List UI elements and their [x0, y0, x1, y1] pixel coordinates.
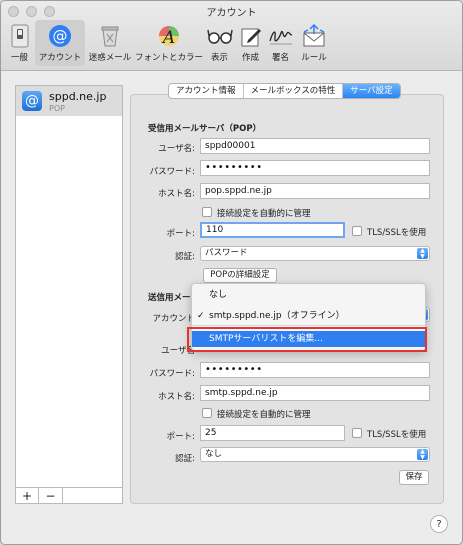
incoming-host-field[interactable]: pop.sppd.ne.jp	[200, 183, 430, 199]
save-button[interactable]: 保存	[399, 470, 429, 485]
incoming-password-field[interactable]: •••••••••	[200, 160, 430, 176]
incoming-auth-select[interactable]: パスワード ▲ ▼	[200, 246, 430, 261]
toolbar-accounts[interactable]: @ アカウント	[35, 20, 85, 66]
pop-advanced-settings-button[interactable]: POPの詳細設定	[203, 268, 277, 283]
chevron-updown-icon: ▲▼	[417, 449, 428, 460]
outgoing-auto-manage-label: 接続設定を自動的に管理	[217, 410, 311, 420]
outgoing-auth-label: 認証:	[175, 454, 195, 464]
outgoing-auth-value: なし	[205, 449, 223, 459]
toolbar-signatures-label: 署名	[271, 53, 289, 63]
menu-separator	[192, 325, 425, 326]
incoming-auto-manage-checkbox[interactable]	[202, 207, 212, 217]
outgoing-host-label: ホスト名:	[158, 392, 195, 402]
toolbar-general[interactable]: 一般	[4, 20, 35, 66]
toolbar-composing[interactable]: 作成	[236, 20, 265, 66]
add-account-button[interactable]: +	[15, 487, 39, 504]
compose-pencil-icon	[238, 23, 264, 49]
outgoing-port-label: ポート:	[166, 432, 195, 442]
account-name: sppd.ne.jp	[49, 90, 107, 103]
tab-server-settings[interactable]: サーバ設定	[343, 84, 400, 98]
outgoing-host-field[interactable]: smtp.sppd.ne.jp	[200, 385, 430, 401]
settings-tabs: アカウント情報 メールボックスの特性 サーバ設定	[168, 83, 401, 99]
toolbar-viewing[interactable]: 表示	[203, 20, 236, 66]
incoming-port-field[interactable]: 110	[200, 222, 345, 238]
remove-account-button[interactable]: −	[39, 487, 63, 504]
toolbar: 一般 @ アカウント 迷惑メール A フォントとカラー 表示 作成 署名 ルール	[4, 20, 332, 66]
incoming-auto-manage-label: 接続設定を自動的に管理	[217, 209, 311, 219]
toolbar-rules-label: ルール	[301, 53, 327, 63]
account-list-item[interactable]: @ sppd.ne.jp POP	[16, 86, 122, 116]
outgoing-password-field[interactable]: •••••••••	[200, 362, 430, 378]
incoming-section-title: 受信用メールサーバ（POP）	[148, 124, 262, 134]
outgoing-password-label: パスワード:	[149, 369, 195, 379]
outgoing-auto-manage-checkbox[interactable]	[202, 408, 212, 418]
glasses-icon	[206, 23, 233, 49]
outgoing-auth-select[interactable]: なし ▲ ▼	[200, 447, 430, 462]
window-title: アカウント	[206, 8, 257, 19]
rules-envelope-icon	[301, 23, 327, 49]
toolbar-fonts-colors-label: フォントとカラー	[135, 53, 204, 63]
account-list: @ sppd.ne.jp POP	[15, 85, 123, 504]
at-sign-icon: @	[22, 91, 42, 111]
toolbar-junk-label: 迷惑メール	[88, 53, 132, 63]
menu-item-none[interactable]: なし	[192, 287, 425, 303]
incoming-auth-value: パスワード	[205, 248, 248, 258]
toolbar-signatures[interactable]: 署名	[265, 20, 296, 66]
toolbar-composing-label: 作成	[241, 53, 259, 63]
outgoing-tls-checkbox[interactable]	[352, 428, 362, 438]
incoming-auth-label: 認証:	[175, 252, 195, 262]
toolbar-fonts-colors[interactable]: A フォントとカラー	[135, 20, 203, 66]
incoming-username-field[interactable]: sppd00001	[200, 138, 430, 154]
incoming-port-label: ポート:	[166, 229, 195, 239]
preferences-window: アカウント 一般 @ アカウント 迷惑メール A フォントとカラー 表示 作成 …	[0, 0, 463, 545]
svg-text:A: A	[161, 28, 175, 48]
font-color-icon: A	[156, 23, 182, 49]
account-list-footer	[63, 487, 123, 504]
incoming-password-label: パスワード:	[149, 167, 195, 177]
menu-item-smtp-server[interactable]: ✓ smtp.sppd.ne.jp（オフライン）	[192, 308, 425, 324]
incoming-tls-label: TLS/SSLを使用	[367, 228, 427, 238]
tab-mailbox-behaviors[interactable]: メールボックスの特性	[244, 84, 344, 98]
title-bar: アカウント 一般 @ アカウント 迷惑メール A フォントとカラー 表示 作成 …	[1, 1, 462, 71]
annotation-highlight-box	[187, 327, 427, 352]
checkmark-icon: ✓	[197, 311, 205, 321]
menu-item-smtp-server-label: smtp.sppd.ne.jp（オフライン）	[209, 311, 345, 321]
outgoing-username-label: ユーザ名	[161, 346, 195, 356]
toolbar-general-label: 一般	[10, 53, 28, 63]
help-button[interactable]: ?	[430, 515, 448, 533]
svg-text:@: @	[53, 27, 68, 45]
account-type: POP	[49, 104, 65, 113]
at-sign-icon: @	[47, 23, 73, 49]
switch-icon	[7, 23, 33, 49]
outgoing-tls-label: TLS/SSLを使用	[367, 430, 427, 440]
toolbar-accounts-label: アカウント	[38, 53, 82, 63]
toolbar-rules[interactable]: ルール	[296, 20, 332, 66]
outgoing-port-field[interactable]: 25	[200, 425, 345, 441]
trash-bin-icon	[97, 23, 123, 49]
chevron-updown-icon: ▲▼	[417, 248, 428, 259]
toolbar-junk[interactable]: 迷惑メール	[85, 20, 135, 66]
menu-item-none-label: なし	[209, 290, 228, 300]
incoming-tls-checkbox[interactable]	[352, 226, 362, 236]
incoming-host-label: ホスト名:	[158, 189, 195, 199]
incoming-username-label: ユーザ名:	[158, 144, 195, 154]
tab-account-info[interactable]: アカウント情報	[169, 84, 244, 98]
account-list-buttons: + −	[15, 487, 123, 504]
outgoing-account-label: アカウント	[152, 314, 195, 324]
toolbar-viewing-label: 表示	[210, 53, 228, 63]
signature-icon	[268, 23, 294, 49]
